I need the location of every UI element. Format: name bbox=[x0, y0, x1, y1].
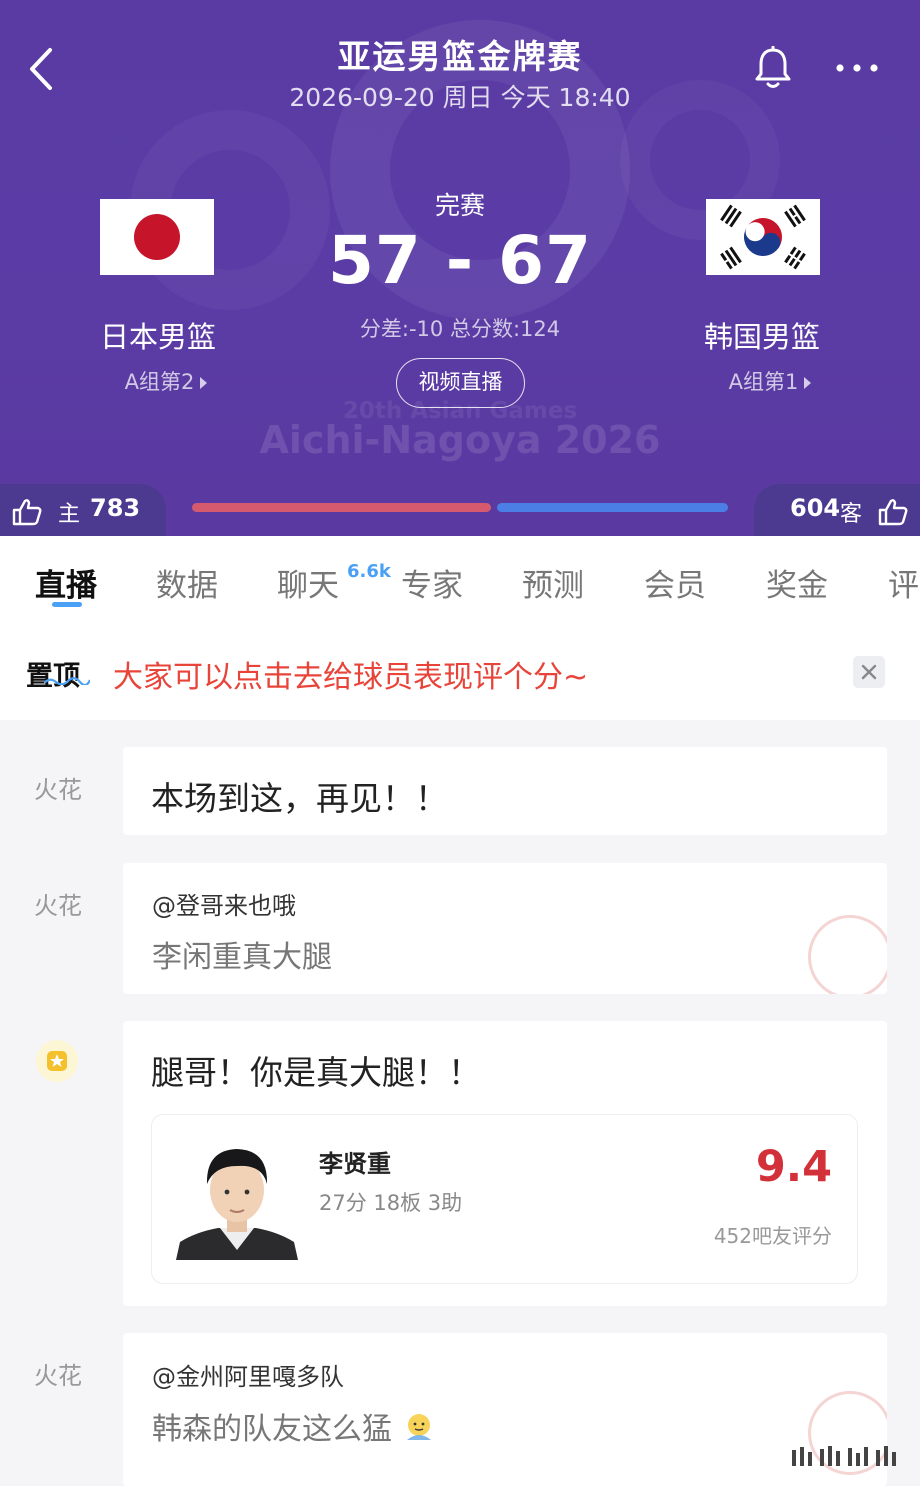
tab-expert[interactable]: 专家 bbox=[401, 560, 463, 605]
watermark-text: Aichi-Nagoya 2026 bbox=[259, 418, 661, 462]
pinned-label: 置顶 bbox=[26, 661, 80, 692]
match-status: 完赛 bbox=[434, 191, 485, 220]
away-vote-count: 604 bbox=[790, 494, 841, 522]
reply-text: 李闲重真大腿 bbox=[152, 940, 332, 975]
player-name: 李贤重 bbox=[319, 1150, 391, 1178]
tab-active-indicator bbox=[52, 602, 82, 607]
tab-membership[interactable]: 会员 bbox=[644, 560, 706, 605]
thumbs-up-icon[interactable] bbox=[878, 498, 908, 526]
home-vote-count: 783 bbox=[90, 494, 141, 522]
tab-bonus[interactable]: 奖金 bbox=[766, 560, 828, 605]
home-team-rank[interactable]: A组第2 bbox=[56, 366, 276, 396]
more-dots-icon[interactable] bbox=[832, 52, 882, 84]
stamp-decoration bbox=[808, 915, 887, 994]
reply-text: 韩森的队友这么猛 bbox=[152, 1404, 436, 1448]
message-sender: 火花 bbox=[34, 1362, 82, 1390]
score-summary: 分差:-10 总分数:124 bbox=[359, 317, 561, 341]
tab-review[interactable]: 评 bbox=[888, 560, 919, 605]
chat-count-badge: 6.6k bbox=[347, 561, 391, 582]
message-sender: 火花 bbox=[34, 776, 82, 804]
star-badge-icon bbox=[36, 1040, 78, 1082]
away-vote-bar bbox=[497, 503, 728, 512]
reply-username[interactable]: @登哥来也哦 bbox=[152, 886, 296, 921]
bell-icon[interactable] bbox=[752, 46, 794, 90]
tab-data[interactable]: 数据 bbox=[156, 560, 218, 605]
tab-prediction[interactable]: 预测 bbox=[522, 560, 584, 605]
thumbs-up-icon[interactable] bbox=[12, 498, 42, 526]
emoji-icon bbox=[406, 1414, 431, 1440]
player-rating-count: 452吧友评分 bbox=[713, 1224, 832, 1248]
close-icon[interactable] bbox=[853, 656, 885, 688]
tab-live[interactable]: 直播 bbox=[35, 560, 97, 605]
match-header: 亚运男篮金牌赛 2026-09-20 周日 今天 18:40 日本男篮 韩国男篮… bbox=[0, 0, 920, 536]
tab-chat[interactable]: 聊天 bbox=[277, 560, 339, 605]
home-vote-bar bbox=[192, 503, 491, 512]
watermark-icon bbox=[792, 1446, 896, 1466]
caret-right-icon bbox=[200, 377, 208, 389]
wave-decoration-icon bbox=[44, 677, 90, 685]
player-avatar bbox=[176, 1149, 298, 1260]
away-vote-label: 客 bbox=[840, 502, 863, 527]
message-sender: 火花 bbox=[34, 892, 82, 920]
away-team-rank[interactable]: A组第1 bbox=[660, 366, 880, 396]
player-stats: 27分 18板 3助 bbox=[319, 1191, 463, 1215]
reply-username[interactable]: @金州阿里嘎多队 bbox=[152, 1357, 344, 1392]
message-text: 本场到这，再见！！ bbox=[151, 779, 448, 818]
message-text: 腿哥！你是真大腿！！ bbox=[151, 1053, 481, 1092]
match-score: 57 - 67 bbox=[327, 222, 593, 299]
player-rating-score: 9.4 bbox=[755, 1142, 832, 1192]
pinned-text[interactable]: 大家可以点击去给球员表现评个分~ bbox=[113, 652, 588, 696]
home-vote-label: 主 bbox=[58, 502, 81, 527]
caret-right-icon bbox=[804, 377, 812, 389]
